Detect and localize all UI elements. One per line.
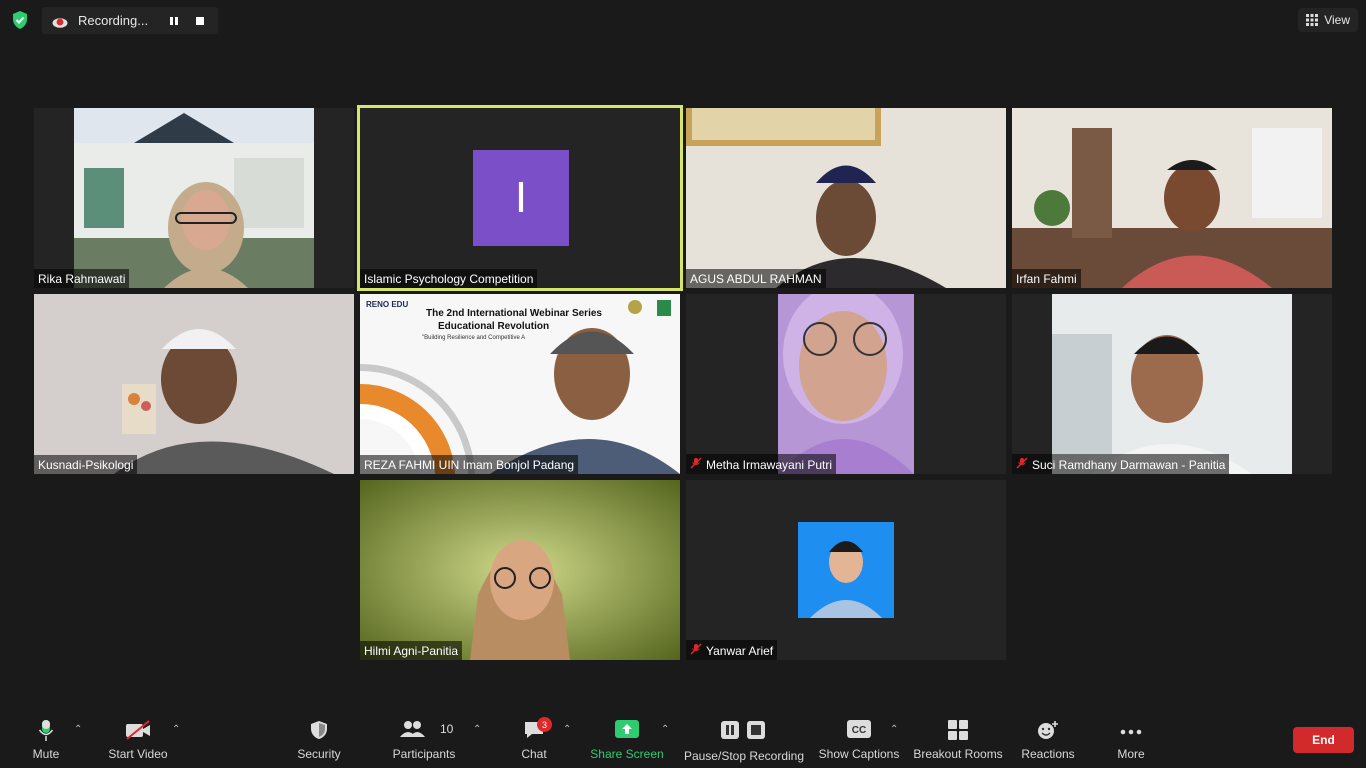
participant-video [34, 294, 354, 474]
participants-count: 10 [440, 722, 454, 736]
reactions-label: Reactions [1021, 747, 1075, 761]
participant-tile[interactable]: Yanwar Arief [686, 480, 1006, 660]
chat-label: Chat [521, 747, 547, 761]
participant-name: Yanwar Arief [706, 643, 774, 658]
share-screen-button[interactable]: Share Screen [590, 708, 664, 768]
participant-name-label: REZA FAHMI UIN Imam Bonjol Padang [360, 455, 579, 474]
participant-video [1012, 108, 1332, 288]
breakout-rooms-icon [948, 720, 968, 743]
participant-name-label: Yanwar Arief [686, 640, 778, 660]
participants-button[interactable]: 10 Participants [388, 708, 460, 768]
recording-label: Recording... [78, 13, 149, 28]
stop-recording-button[interactable] [190, 11, 210, 31]
captions-options-caret-icon[interactable]: ⌃ [890, 724, 898, 735]
participants-label: Participants [392, 747, 456, 761]
reactions-button[interactable]: Reactions [1018, 708, 1078, 768]
participant-tile[interactable]: Suci Ramdhany Darmawan - Panitia [1012, 294, 1332, 474]
participants-options-caret-icon[interactable]: ⌃ [473, 724, 481, 735]
participant-tile[interactable]: Hilmi Agni-Panitia [360, 480, 680, 660]
participant-name: Irfan Fahmi [1016, 272, 1077, 286]
video-off-icon [125, 720, 151, 743]
security-shield-icon[interactable] [10, 10, 30, 30]
view-button[interactable]: View [1298, 8, 1358, 32]
chat-unread-badge: 3 [537, 717, 552, 732]
participant-name-label: Rika Rahmawati [34, 269, 130, 288]
security-label: Security [297, 747, 341, 761]
participant-name-label: Metha Irmawayani Putri [686, 454, 837, 474]
chat-options-caret-icon[interactable]: ⌃ [563, 724, 571, 735]
more-dots-icon [1120, 724, 1142, 738]
muted-mic-icon [1016, 457, 1028, 472]
participant-tile[interactable]: AGUS ABDUL RAHMAN [686, 108, 1006, 288]
participant-name: Islamic Psychology Competition [364, 272, 534, 286]
share-screen-icon [615, 720, 639, 741]
end-meeting-button[interactable]: End [1293, 727, 1354, 753]
cloud-recording-icon [52, 15, 68, 28]
grid-view-icon [1306, 14, 1319, 26]
participant-video [74, 108, 314, 288]
participant-name-label: Irfan Fahmi [1012, 269, 1081, 288]
recording-indicator: Recording... [42, 7, 218, 34]
participant-name: Suci Ramdhany Darmawan - Panitia [1032, 457, 1226, 472]
share-screen-options-caret-icon[interactable]: ⌃ [661, 724, 669, 735]
participant-tile[interactable]: Kusnadi-Psikologi [34, 294, 354, 474]
pause-stop-recording-label: Pause/Stop Recording [683, 749, 805, 763]
participant-name: Kusnadi-Psikologi [38, 458, 134, 472]
participant-name: REZA FAHMI UIN Imam Bonjol Padang [364, 458, 575, 472]
show-captions-button[interactable]: CC Show Captions [816, 708, 902, 768]
muted-mic-icon [690, 457, 702, 472]
participant-name: AGUS ABDUL RAHMAN [690, 272, 822, 286]
more-button[interactable]: More [1110, 708, 1152, 768]
meeting-toolbar: Mute ⌃ Start Video ⌃ Security 10 Partici… [0, 708, 1366, 768]
participant-tile[interactable]: Rika Rahmawati [34, 108, 354, 288]
reactions-smiley-icon [1037, 720, 1059, 743]
participant-name: Hilmi Agni-Panitia [364, 644, 459, 658]
pause-stop-recording-icon [721, 721, 767, 742]
closed-captions-icon: CC [847, 720, 871, 741]
participant-name: Rika Rahmawati [38, 272, 126, 286]
pause-recording-button[interactable] [164, 11, 184, 31]
more-label: More [1117, 747, 1145, 761]
audio-options-caret-icon[interactable]: ⌃ [74, 724, 82, 735]
share-screen-label: Share Screen [590, 747, 664, 761]
participant-name-label: Islamic Psychology Competition [360, 269, 538, 288]
participants-icon [400, 720, 426, 741]
participant-name-label: Kusnadi-Psikologi [34, 455, 138, 474]
breakout-rooms-button[interactable]: Breakout Rooms [910, 708, 1006, 768]
participant-video [360, 480, 680, 660]
participant-tile[interactable]: RENO EDU The 2nd International Webinar S… [360, 294, 680, 474]
top-bar: Recording... View [0, 0, 1366, 40]
start-video-button[interactable]: Start Video [104, 708, 172, 768]
participant-tile[interactable]: Metha Irmawayani Putri [686, 294, 1006, 474]
participant-avatar: I [473, 150, 569, 246]
security-shield-icon [310, 720, 328, 743]
pause-stop-recording-button[interactable]: Pause/Stop Recording [682, 708, 806, 768]
participant-video [686, 108, 1006, 288]
webinar-tagline: "Building Resilience and Competitive A [422, 335, 526, 341]
participant-name-label: AGUS ABDUL RAHMAN [686, 269, 826, 288]
webinar-title-line1: The 2nd International Webinar Series [426, 308, 602, 319]
participant-name-label: Hilmi Agni-Panitia [360, 641, 463, 660]
muted-mic-icon [690, 643, 702, 658]
svg-text:CC: CC [852, 725, 866, 736]
participant-video [778, 294, 914, 474]
show-captions-label: Show Captions [818, 747, 900, 761]
participant-name-label: Suci Ramdhany Darmawan - Panitia [1012, 454, 1230, 474]
participant-profile-photo [798, 522, 894, 618]
video-options-caret-icon[interactable]: ⌃ [172, 724, 180, 735]
webinar-title-line2: Educational Revolution [438, 321, 550, 332]
microphone-icon [38, 720, 54, 745]
participant-tile[interactable]: Irfan Fahmi [1012, 108, 1332, 288]
participant-tile-active-speaker[interactable]: I Islamic Psychology Competition [357, 105, 683, 291]
security-button[interactable]: Security [292, 708, 346, 768]
participant-name: Metha Irmawayani Putri [706, 457, 833, 472]
mute-button[interactable]: Mute [22, 708, 70, 768]
mute-label: Mute [32, 747, 60, 761]
breakout-rooms-label: Breakout Rooms [913, 747, 1003, 761]
webinar-brand: RENO EDU [366, 300, 409, 309]
chat-button[interactable]: 3 Chat [514, 708, 554, 768]
start-video-label: Start Video [108, 747, 168, 761]
view-label: View [1324, 13, 1350, 27]
participant-video [1052, 294, 1292, 474]
